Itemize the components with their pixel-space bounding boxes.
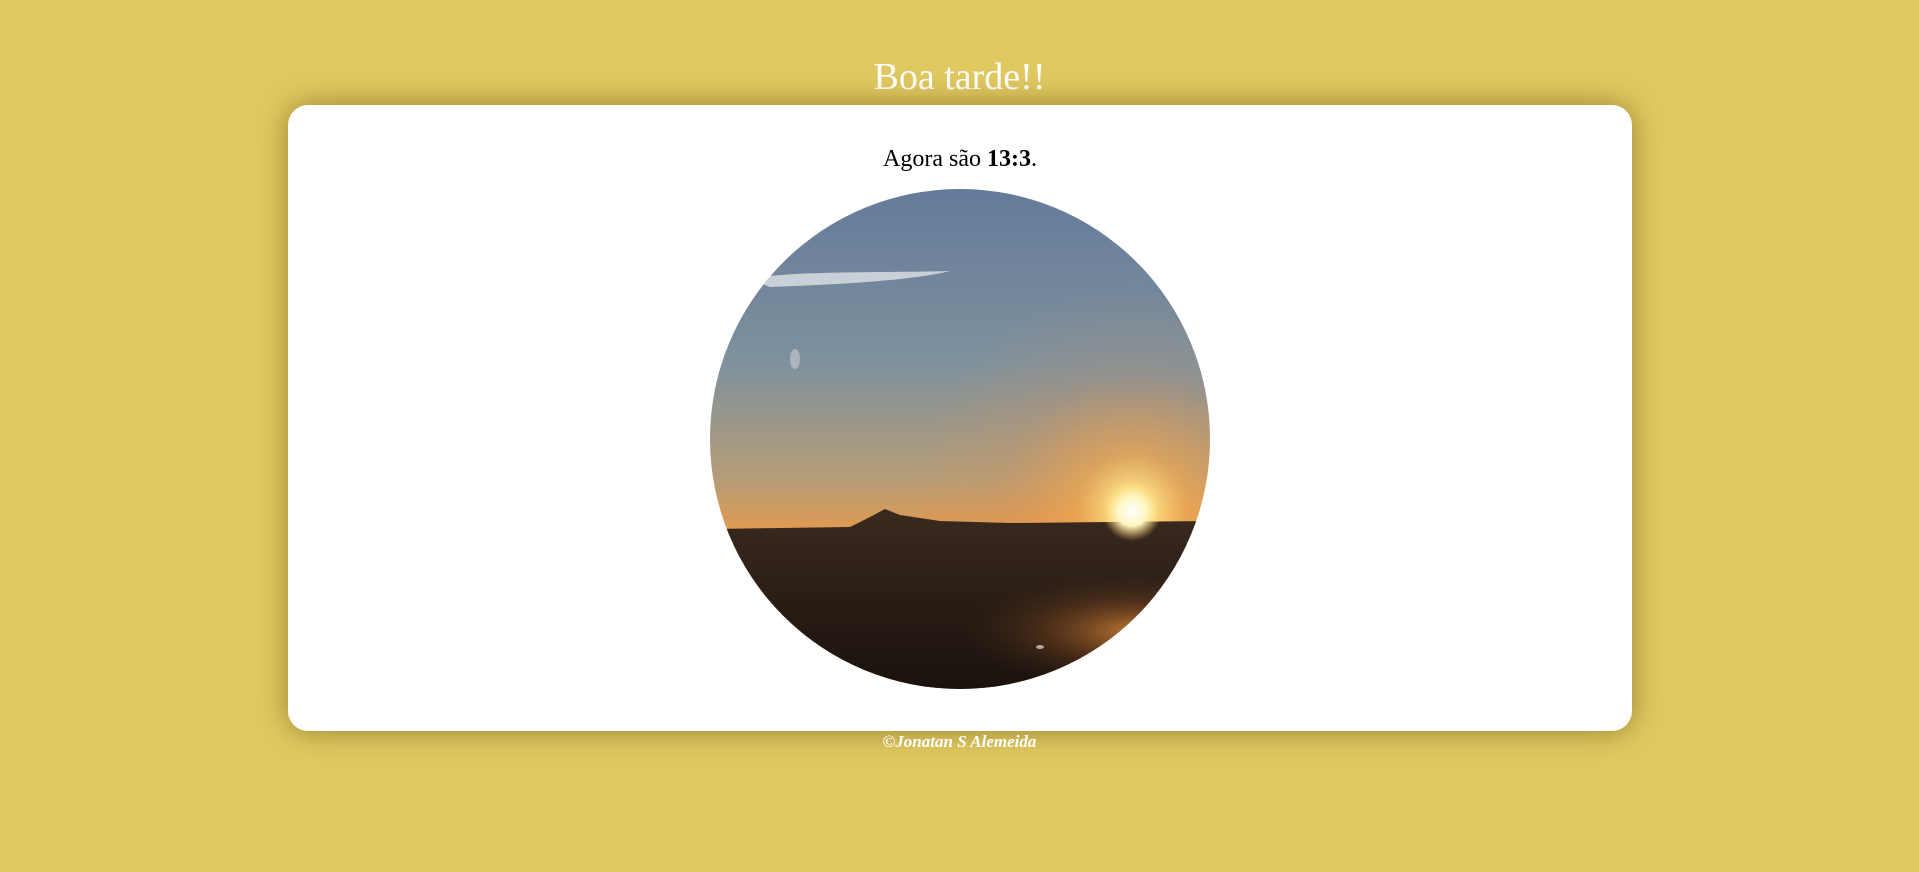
sun-shape bbox=[1102, 481, 1162, 541]
time-suffix: . bbox=[1030, 146, 1037, 172]
greeting-title: Boa tarde!! bbox=[873, 56, 1046, 98]
current-time-value: 13:3 bbox=[986, 146, 1031, 172]
time-prefix: Agora são bbox=[883, 146, 987, 172]
main-card: Agora são 13:3. bbox=[288, 105, 1632, 731]
current-time-message: Agora são 13:3. bbox=[288, 142, 1632, 176]
sunset-photo-image bbox=[710, 189, 1210, 689]
footer-credit: ©Jonatan S Alemeida bbox=[882, 732, 1037, 751]
sunset-photo bbox=[710, 189, 1210, 689]
